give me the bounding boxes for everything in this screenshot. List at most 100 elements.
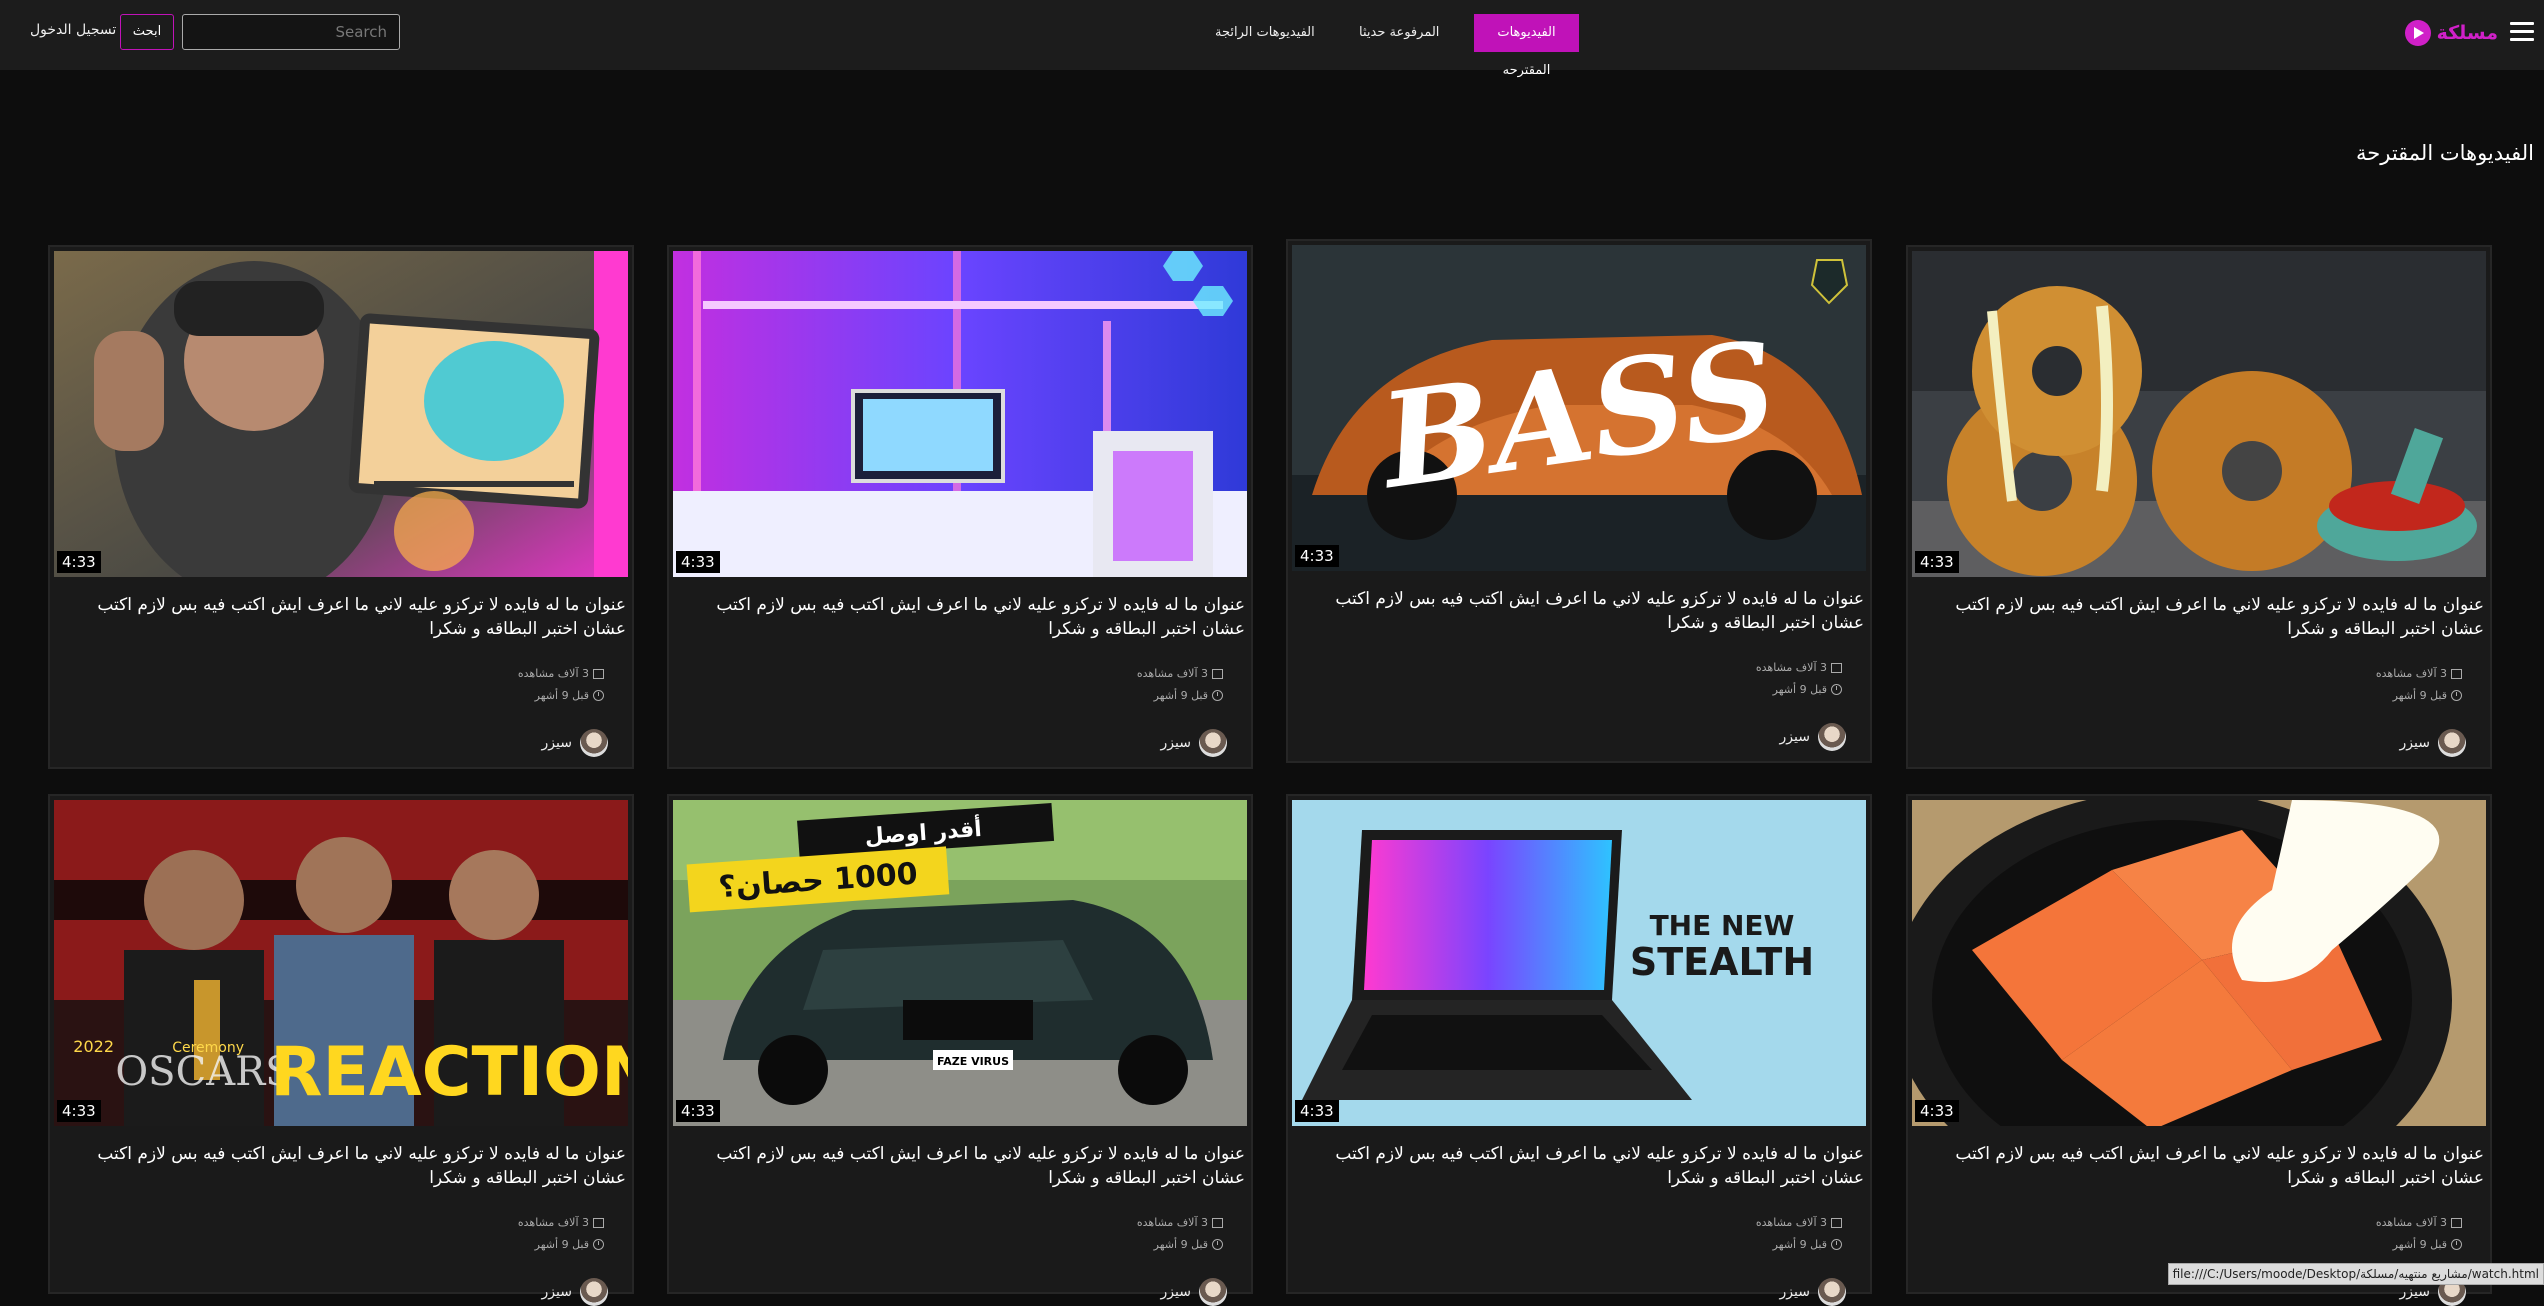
film-icon: [2451, 668, 2462, 679]
channel-avatar[interactable]: [1818, 1278, 1846, 1306]
svg-text:REACTION: REACTION: [270, 1033, 628, 1112]
views-text: 3 آلاف مشاهده: [2375, 667, 2447, 680]
channel-info[interactable]: سيزر: [1780, 1278, 1846, 1306]
video-title[interactable]: عنوان ما له فايده لا تركزو عليه لاني ما …: [1918, 593, 2484, 641]
age-text: قبل 9 أشهر: [1772, 683, 1827, 696]
channel-avatar[interactable]: [1199, 1278, 1227, 1306]
video-thumbnail[interactable]: THE NEW STEALTH 4:33: [1292, 800, 1866, 1126]
clock-icon: [1212, 1239, 1223, 1250]
age-text: قبل 9 أشهر: [1153, 689, 1208, 702]
channel-info[interactable]: سيزر: [542, 1278, 608, 1306]
age-text: قبل 9 أشهر: [2392, 1238, 2447, 1251]
video-duration: 4:33: [1295, 545, 1339, 567]
channel-avatar[interactable]: [580, 1278, 608, 1306]
video-thumbnail[interactable]: 4:33: [54, 251, 628, 577]
clock-icon: [593, 1239, 604, 1250]
search-button[interactable]: ابحث: [120, 14, 174, 50]
channel-info[interactable]: سيزر: [1161, 729, 1227, 757]
login-link[interactable]: تسجيل الدخول: [30, 22, 116, 38]
video-age: قبل 9 أشهر: [1773, 683, 1842, 696]
age-text: قبل 9 أشهر: [1153, 1238, 1208, 1251]
age-text: قبل 9 أشهر: [534, 1238, 589, 1251]
video-title[interactable]: عنوان ما له فايده لا تركزو عليه لاني ما …: [1298, 1142, 1864, 1190]
nav-trending-videos[interactable]: الفيديوهات الرائجة: [1201, 14, 1329, 52]
video-age: قبل 9 أشهر: [2393, 1238, 2462, 1251]
clock-icon: [2451, 1239, 2462, 1250]
channel-avatar[interactable]: [1818, 723, 1846, 751]
video-age: قبل 9 أشهر: [1773, 1238, 1842, 1251]
film-icon: [1831, 1217, 1842, 1228]
video-thumbnail[interactable]: 4:33: [673, 251, 1247, 577]
views-text: 3 آلاف مشاهده: [2375, 1216, 2447, 1229]
video-views: 3 آلاف مشاهده: [518, 667, 604, 680]
video-card[interactable]: THE NEW STEALTH 4:33 عنوان ما له فايده ل…: [1286, 794, 1872, 1306]
video-title[interactable]: عنوان ما له فايده لا تركزو عليه لاني ما …: [60, 593, 626, 641]
channel-name[interactable]: سيزر: [542, 1284, 572, 1300]
svg-text:FAZE VIRUS: FAZE VIRUS: [937, 1055, 1009, 1068]
top-navbar: مسلكة الفيديوهات المقترحه المرفوعة حديثا…: [0, 0, 2544, 78]
channel-name[interactable]: سيزر: [2400, 735, 2430, 751]
video-thumbnail[interactable]: 4:33: [1912, 800, 2486, 1126]
video-title[interactable]: عنوان ما له فايده لا تركزو عليه لاني ما …: [679, 593, 1245, 641]
section-title: الفيديوهات المقترحة: [2356, 141, 2534, 165]
video-title[interactable]: عنوان ما له فايده لا تركزو عليه لاني ما …: [1918, 1142, 2484, 1190]
clock-icon: [1212, 690, 1223, 701]
svg-text:STEALTH: STEALTH: [1630, 940, 1814, 984]
video-views: 3 آلاف مشاهده: [2376, 1216, 2462, 1229]
video-thumbnail[interactable]: 4:33: [1912, 251, 2486, 577]
views-text: 3 آلاف مشاهده: [1755, 661, 1827, 674]
film-icon: [2451, 1217, 2462, 1228]
video-views: 3 آلاف مشاهده: [1137, 667, 1223, 680]
menu-icon[interactable]: [2510, 22, 2534, 42]
search-input[interactable]: [182, 14, 400, 50]
film-icon: [593, 1217, 604, 1228]
video-views: 3 آلاف مشاهده: [2376, 667, 2462, 680]
channel-avatar[interactable]: [580, 729, 608, 757]
film-icon: [1212, 668, 1223, 679]
video-card[interactable]: FAZE VIRUS أقدر اوصل 1000 حصان؟ 4:33 عنو…: [667, 794, 1253, 1306]
video-thumbnail[interactable]: BASS 4:33: [1292, 245, 1866, 571]
channel-avatar[interactable]: [2438, 729, 2466, 757]
channel-name[interactable]: سيزر: [1780, 729, 1810, 745]
clock-icon: [1831, 1239, 1842, 1250]
video-card[interactable]: OSCARS 2022 Ceremony REACTION 4:33 عنوان…: [48, 794, 634, 1306]
logo[interactable]: مسلكة: [2404, 17, 2498, 49]
video-thumbnail[interactable]: OSCARS 2022 Ceremony REACTION 4:33: [54, 800, 628, 1126]
channel-avatar[interactable]: [1199, 729, 1227, 757]
video-age: قبل 9 أشهر: [2393, 689, 2462, 702]
channel-name[interactable]: سيزر: [542, 735, 572, 751]
video-thumbnail[interactable]: FAZE VIRUS أقدر اوصل 1000 حصان؟ 4:33: [673, 800, 1247, 1126]
video-age: قبل 9 أشهر: [535, 1238, 604, 1251]
channel-info[interactable]: سيزر: [2400, 729, 2466, 757]
clock-icon: [1831, 684, 1842, 695]
nav-suggested-videos[interactable]: الفيديوهات المقترحه: [1474, 14, 1579, 78]
nav-recently-uploaded[interactable]: المرفوعة حديثا: [1345, 14, 1453, 52]
play-logo-icon: [2404, 20, 2431, 46]
video-views: 3 آلاف مشاهده: [1756, 1216, 1842, 1229]
video-views: 3 آلاف مشاهده: [1756, 661, 1842, 674]
video-card[interactable]: 4:33 عنوان ما له فايده لا تركزو عليه لان…: [667, 245, 1253, 769]
channel-name[interactable]: سيزر: [1161, 1284, 1191, 1300]
video-views: 3 آلاف مشاهده: [518, 1216, 604, 1229]
views-text: 3 آلاف مشاهده: [517, 1216, 589, 1229]
channel-info[interactable]: سيزر: [1780, 723, 1846, 751]
video-age: قبل 9 أشهر: [535, 689, 604, 702]
video-title[interactable]: عنوان ما له فايده لا تركزو عليه لاني ما …: [1298, 587, 1864, 635]
video-card[interactable]: BASS 4:33 عنوان ما له فايده لا تركزو علي…: [1286, 239, 1872, 763]
channel-name[interactable]: سيزر: [2400, 1284, 2430, 1300]
video-age: قبل 9 أشهر: [1154, 689, 1223, 702]
video-card[interactable]: 4:33 عنوان ما له فايده لا تركزو عليه لان…: [1906, 245, 2492, 769]
video-title[interactable]: عنوان ما له فايده لا تركزو عليه لاني ما …: [60, 1142, 626, 1190]
video-duration: 4:33: [676, 1100, 720, 1122]
video-views: 3 آلاف مشاهده: [1137, 1216, 1223, 1229]
clock-icon: [593, 690, 604, 701]
video-card[interactable]: 4:33 عنوان ما له فايده لا تركزو عليه لان…: [48, 245, 634, 769]
age-text: قبل 9 أشهر: [1772, 1238, 1827, 1251]
video-card[interactable]: 4:33 عنوان ما له فايده لا تركزو عليه لان…: [1906, 794, 2492, 1306]
channel-name[interactable]: سيزر: [1780, 1284, 1810, 1300]
video-duration: 4:33: [57, 551, 101, 573]
channel-name[interactable]: سيزر: [1161, 735, 1191, 751]
channel-info[interactable]: سيزر: [1161, 1278, 1227, 1306]
channel-info[interactable]: سيزر: [542, 729, 608, 757]
video-title[interactable]: عنوان ما له فايده لا تركزو عليه لاني ما …: [679, 1142, 1245, 1190]
